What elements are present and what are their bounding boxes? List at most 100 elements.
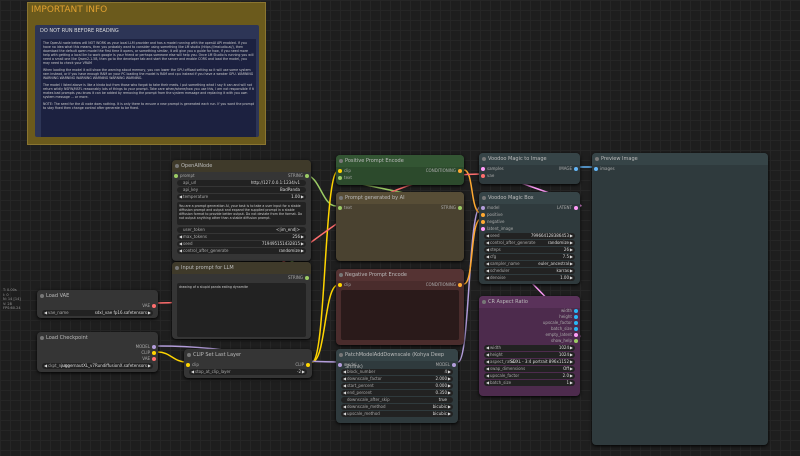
node-title[interactable]: Load Checkpoint — [37, 332, 158, 344]
model-output-socket[interactable] — [152, 345, 156, 349]
important-info-group[interactable]: IMPORTANT INFO DO NOT RUN BEFORE READING… — [27, 2, 266, 145]
increment-arrow-icon[interactable]: ▶ — [570, 275, 573, 281]
clip-output-socket[interactable] — [152, 351, 156, 355]
decrement-arrow-icon[interactable]: ◀ — [486, 345, 489, 351]
decrement-arrow-icon[interactable]: ◀ — [343, 376, 346, 382]
node-title[interactable]: Negative Prompt Encode — [336, 269, 464, 281]
user-token-widget[interactable]: user_token <|im_end|> — [177, 227, 306, 233]
increment-arrow-icon[interactable]: ▶ — [448, 390, 451, 396]
decrement-arrow-icon[interactable]: ◀ — [486, 247, 489, 253]
model-input-socket[interactable] — [481, 205, 485, 210]
preview-image-node[interactable]: Preview Image images — [592, 153, 768, 445]
node-title[interactable]: CR Aspect Ratio — [479, 296, 580, 308]
increment-arrow-icon[interactable]: ▶ — [570, 247, 573, 253]
negative-prompt-node[interactable]: Negative Prompt Encode clip CONDITIONING — [336, 269, 464, 345]
negative-textarea[interactable] — [341, 290, 459, 340]
latent-image-input-socket[interactable] — [481, 226, 485, 231]
increment-arrow-icon[interactable]: ▶ — [570, 240, 573, 246]
decrement-arrow-icon[interactable]: ◀ — [44, 310, 47, 316]
upscale-method-widget[interactable]: ◀ upscale_method bicubic ▶ — [341, 411, 453, 417]
node-title[interactable]: Voodoo Magic Box — [479, 192, 580, 204]
model-input-socket[interactable] — [338, 362, 342, 367]
positive-input-socket[interactable] — [481, 212, 485, 217]
decrement-arrow-icon[interactable]: ◀ — [179, 248, 182, 254]
downscale-factor-widget[interactable]: ◀ downscale_factor 2.000 ▶ — [341, 376, 453, 382]
decrement-arrow-icon[interactable]: ◀ — [486, 380, 489, 386]
voodoo-magic-to-image-node[interactable]: Voodoo Magic to Image samples IMAGE vae — [479, 153, 580, 184]
decrement-arrow-icon[interactable]: ◀ — [486, 254, 489, 260]
increment-arrow-icon[interactable]: ▶ — [448, 411, 451, 417]
decrement-arrow-icon[interactable]: ◀ — [486, 261, 489, 267]
conditioning-output-socket[interactable] — [458, 168, 462, 173]
node-title[interactable]: CLIP Set Last Layer — [184, 349, 312, 361]
vae-input-socket[interactable] — [481, 173, 485, 178]
decrement-arrow-icon[interactable]: ◀ — [486, 373, 489, 379]
increment-arrow-icon[interactable]: ▶ — [301, 241, 304, 247]
api-url-widget[interactable]: api_url http://127.0.0.1:1234/v1 — [177, 180, 306, 186]
start-percent-widget[interactable]: ◀ start_percent 0.000 ▶ — [341, 383, 453, 389]
clip-set-last-layer-node[interactable]: CLIP Set Last Layer clip CLIP ◀ stop_at_c… — [184, 349, 312, 378]
cr-aspect-ratio-node[interactable]: CR Aspect Ratio width height upscale_fac… — [479, 296, 580, 396]
increment-arrow-icon[interactable]: ▶ — [570, 366, 573, 372]
increment-arrow-icon[interactable]: ▶ — [448, 376, 451, 382]
width-output-socket[interactable] — [574, 309, 578, 313]
increment-arrow-icon[interactable]: ▶ — [570, 373, 573, 379]
increment-arrow-icon[interactable]: ▶ — [570, 233, 573, 239]
increment-arrow-icon[interactable]: ▶ — [570, 352, 573, 358]
batch-size-widget[interactable]: ◀ batch_size 1 ▶ — [484, 380, 575, 386]
prompt-generated-node[interactable]: Prompt generated by AI text STRING — [336, 192, 464, 261]
prompt-input-socket[interactable] — [174, 173, 178, 178]
increment-arrow-icon[interactable]: ▶ — [301, 248, 304, 254]
seed-widget[interactable]: ◀ seed 719495151432815 ▶ — [177, 241, 306, 247]
downscale-after-skip-toggle[interactable]: downscale_after_skip true — [341, 397, 453, 403]
load-checkpoint-node[interactable]: Load Checkpoint MODEL CLIP VAE ◀ ckpt_nam… — [37, 332, 158, 372]
clip-input-socket[interactable] — [186, 362, 190, 367]
increment-arrow-icon[interactable]: ▶ — [570, 380, 573, 386]
empty-latent-output-socket[interactable] — [574, 333, 578, 337]
node-title[interactable]: Prompt generated by AI — [336, 192, 464, 204]
input-prompt-node[interactable]: Input prompt for LLM STRING drawing of a… — [172, 262, 311, 339]
decrement-arrow-icon[interactable]: ◀ — [343, 390, 346, 396]
temperature-widget[interactable]: ◀ temperature 1.00 ▶ — [177, 194, 306, 200]
image-output-socket[interactable] — [574, 166, 578, 171]
increment-arrow-icon[interactable]: ▶ — [448, 383, 451, 389]
denoise-widget[interactable]: ◀ denoise 1.00 ▶ — [484, 275, 575, 281]
positive-prompt-node[interactable]: Positive Prompt Encode clip CONDITIONING… — [336, 155, 464, 185]
decrement-arrow-icon[interactable]: ◀ — [343, 383, 346, 389]
clip-output-socket[interactable] — [306, 362, 310, 367]
string-output-socket[interactable] — [305, 173, 309, 178]
height-widget[interactable]: ◀ height 1024 ▶ — [484, 352, 575, 358]
increment-arrow-icon[interactable]: ▶ — [302, 369, 305, 375]
decrement-arrow-icon[interactable]: ◀ — [486, 240, 489, 246]
stop-at-clip-layer-widget[interactable]: ◀ stop_at_clip_layer -2 ▶ — [189, 369, 307, 375]
node-title[interactable]: Load VAE — [37, 290, 158, 302]
decrement-arrow-icon[interactable]: ◀ — [486, 275, 489, 281]
samples-input-socket[interactable] — [481, 166, 485, 171]
node-title[interactable]: Preview Image — [592, 153, 768, 165]
increment-arrow-icon[interactable]: ▶ — [148, 363, 151, 369]
ckpt-name-widget[interactable]: ◀ ckpt_name juggernautXL_v7RundiffusionX.s… — [42, 363, 153, 369]
decrement-arrow-icon[interactable]: ◀ — [486, 359, 489, 365]
upscale-factor-output-socket[interactable] — [574, 321, 578, 325]
height-output-socket[interactable] — [574, 315, 578, 319]
vae-output-socket[interactable] — [152, 357, 156, 361]
increment-arrow-icon[interactable]: ▶ — [570, 345, 573, 351]
block-number-widget[interactable]: ◀ block_number 4 ▶ — [341, 369, 453, 375]
node-title[interactable]: Input prompt for LLM — [172, 262, 311, 274]
string-output-socket[interactable] — [305, 275, 309, 280]
end-percent-widget[interactable]: ◀ end_percent 0.350 ▶ — [341, 390, 453, 396]
increment-arrow-icon[interactable]: ▶ — [448, 404, 451, 410]
decrement-arrow-icon[interactable]: ◀ — [343, 404, 346, 410]
decrement-arrow-icon[interactable]: ◀ — [343, 411, 346, 417]
node-title[interactable]: PatchModelAddDownscale (Kohya Deep Shrin… — [336, 349, 458, 370]
conditioning-output-socket[interactable] — [458, 282, 462, 287]
batch-size-output-socket[interactable] — [574, 327, 578, 331]
swap-dimensions-widget[interactable]: ◀ swap_dimensions Off ▶ — [484, 366, 575, 372]
increment-arrow-icon[interactable]: ▶ — [301, 234, 304, 240]
decrement-arrow-icon[interactable]: ◀ — [343, 369, 346, 375]
vae-name-widget[interactable]: ◀ vae_name sdxl_vae fp16.safetensors ▶ — [42, 310, 153, 316]
clip-input-socket[interactable] — [338, 168, 342, 173]
note-textarea[interactable]: The OpenAI node below will NOT WORK as y… — [41, 39, 256, 137]
decrement-arrow-icon[interactable]: ◀ — [486, 233, 489, 239]
cfg-widget[interactable]: ◀ cfg 7.5 ▶ — [484, 254, 575, 260]
